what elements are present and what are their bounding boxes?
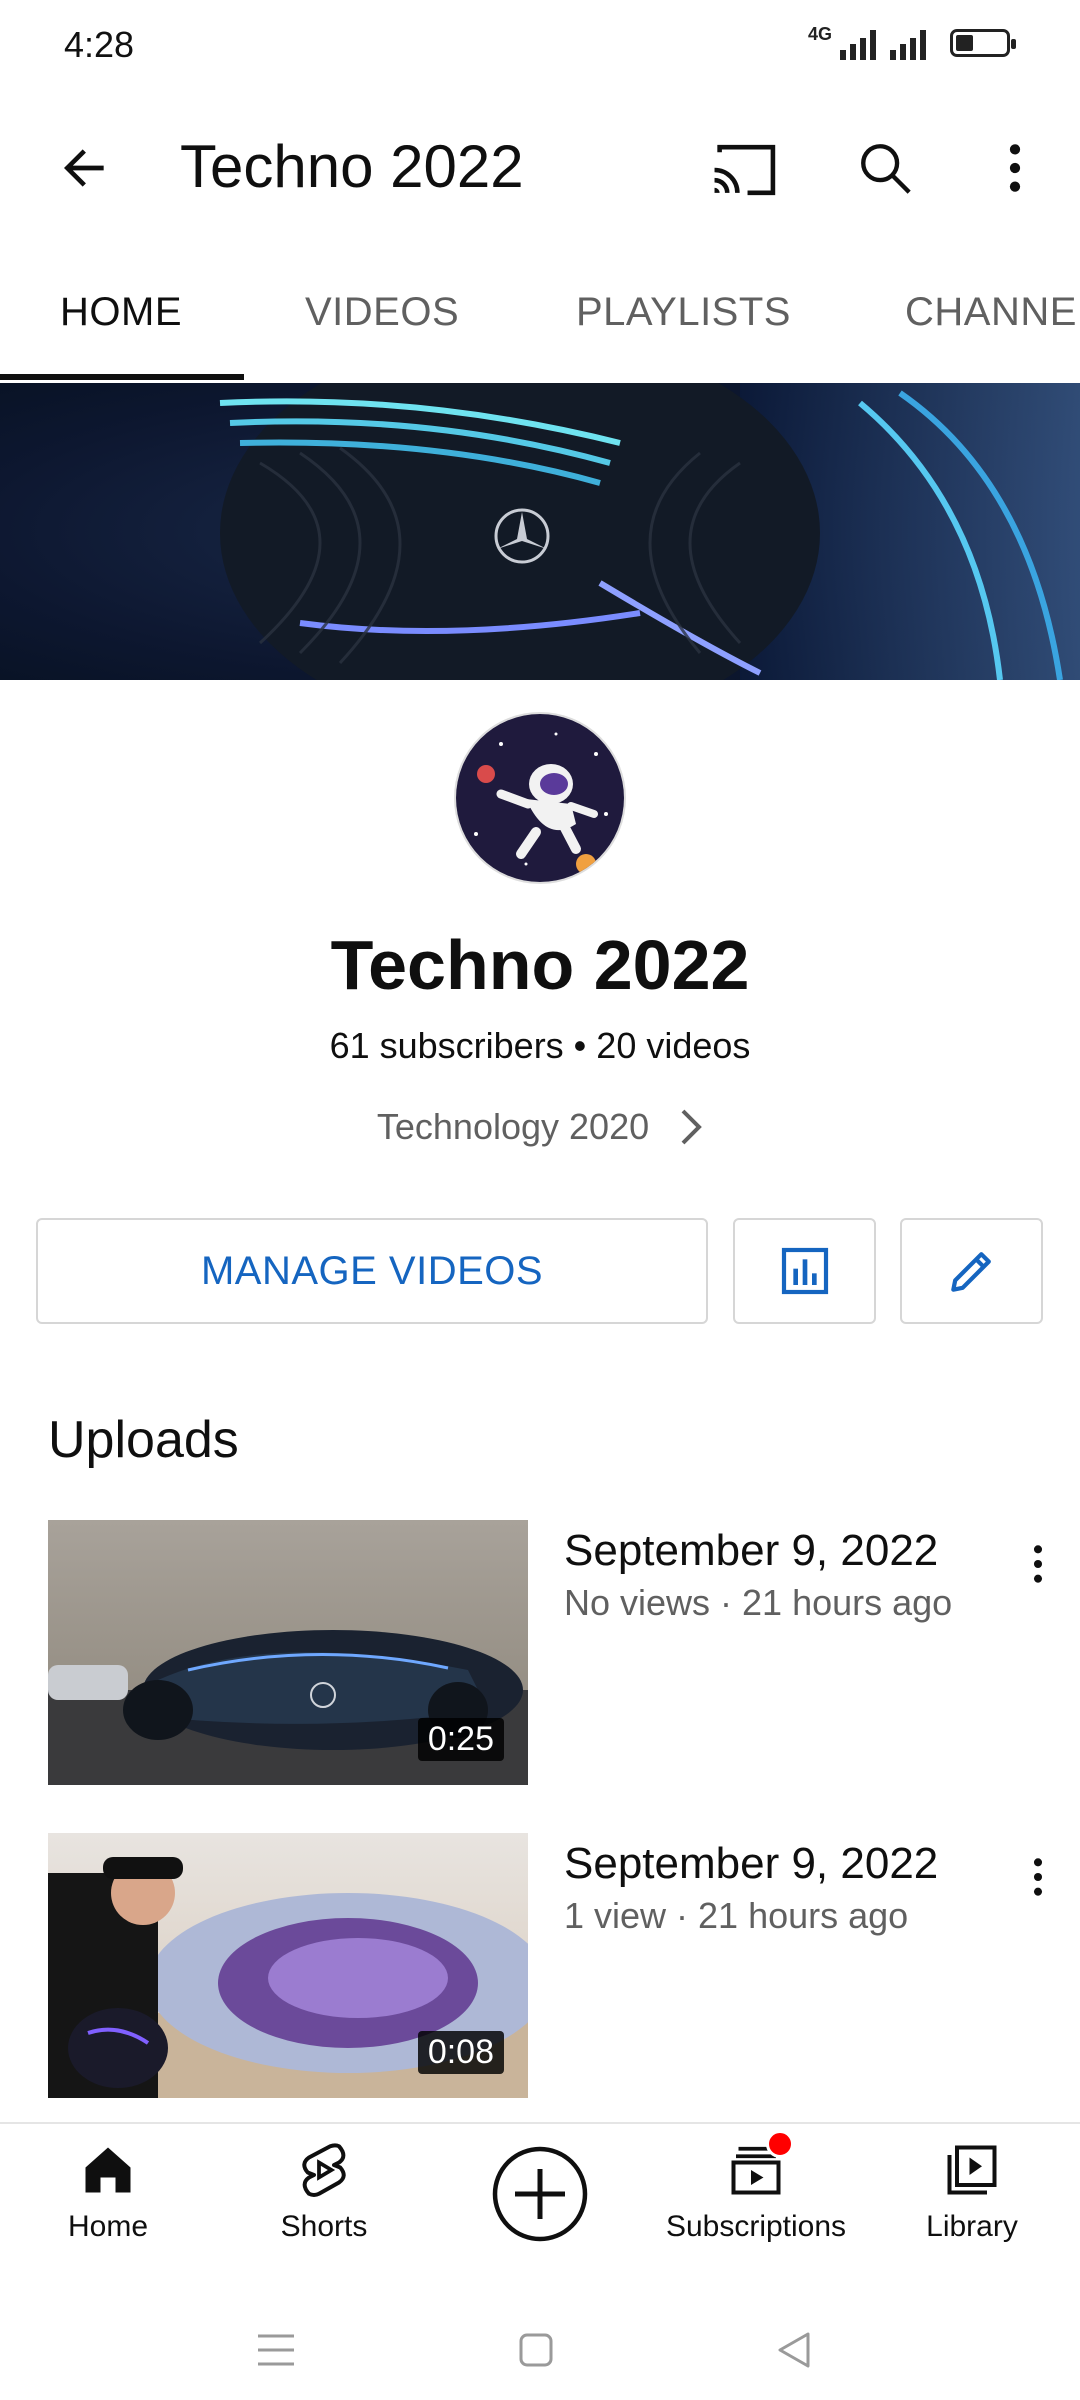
channel-link-label: Technology 2020 [376,1106,650,1147]
nav-subscriptions-label: Subscriptions [665,2210,847,2243]
system-navigation-bar [0,2282,1080,2400]
video-title[interactable]: September 9, 2022 [564,1839,938,1889]
status-icons: 4G [807,23,1016,60]
video-more-button[interactable] [1010,1524,1066,1604]
tab-channels[interactable]: CHANNE [905,290,1077,335]
channel-avatar[interactable] [454,712,626,884]
shorts-icon [302,2143,346,2197]
video-title[interactable]: September 9, 2022 [564,1526,938,1576]
arrow-back-icon [64,149,104,187]
video-list-item[interactable]: 0:25 September 9, 2022 No views · 21 hou… [0,1520,1080,1785]
video-list-item[interactable]: 0:08 September 9, 2022 1 view · 21 hours… [0,1833,1080,2098]
uploads-section-title: Uploads [48,1411,239,1469]
cellular-signal-icon [840,26,876,60]
video-duration: 0:08 [417,2031,504,2074]
video-duration: 0:25 [417,1718,504,1761]
analytics-button[interactable] [733,1218,876,1324]
back-triangle-icon[interactable] [776,2330,812,2370]
pencil-icon [950,1252,991,1292]
nav-subscriptions[interactable]: Subscriptions [648,2130,864,2280]
nav-home[interactable]: Home [0,2140,216,2280]
nav-library[interactable]: Library [864,2140,1080,2280]
video-meta: 1 view · 21 hours ago [564,1895,909,1936]
search-icon [861,144,911,194]
channel-stats: 61 subscribers • 20 videos [329,1025,751,1066]
more-vert-icon [1033,1858,1043,1896]
notification-badge [766,2130,794,2158]
cast-button[interactable] [700,130,790,210]
video-thumbnail[interactable]: 0:25 [48,1520,528,1785]
analytics-icon [781,1247,828,1295]
app-bar-title: Techno 2022 [180,133,524,200]
cellular-signal-2-icon [890,26,926,60]
home-square-icon[interactable] [518,2332,554,2368]
nav-create[interactable] [432,2140,648,2280]
channel-banner [0,383,1080,680]
chevron-right-icon [681,1109,702,1145]
network-type-label: 4G [807,23,832,44]
search-button[interactable] [840,128,930,208]
home-icon [85,2147,131,2193]
channel-name: Techno 2022 [330,926,750,1004]
battery-icon [950,29,1016,57]
nav-shorts[interactable]: Shorts [216,2140,432,2280]
bottom-navigation: Home Shorts Subscriptions Library [0,2122,1080,2284]
more-vert-icon [1009,144,1021,192]
library-icon [947,2145,997,2195]
edit-channel-button[interactable] [900,1218,1043,1324]
tab-videos[interactable]: VIDEOS [305,290,459,335]
video-thumbnail[interactable]: 0:08 [48,1833,528,2098]
nav-shorts-label: Shorts [280,2210,368,2243]
channel-link[interactable]: Technology 2020 [0,1106,1080,1148]
more-options-button[interactable] [970,128,1060,208]
nav-library-label: Library [926,2210,1018,2243]
back-button[interactable] [40,128,130,208]
video-more-button[interactable] [1010,1837,1066,1917]
menu-icon[interactable] [256,2332,296,2368]
nav-home-label: Home [67,2210,149,2243]
more-vert-icon [1033,1545,1043,1583]
video-meta: No views · 21 hours ago [564,1582,953,1623]
tab-indicator [0,374,244,380]
tab-home[interactable]: HOME [60,290,182,335]
cast-icon [714,144,776,196]
channel-tabs: HOME VIDEOS PLAYLISTS CHANNE [0,250,1080,380]
create-icon [492,2146,588,2242]
tab-playlists[interactable]: PLAYLISTS [576,290,791,335]
status-time: 4:28 [64,24,135,65]
manage-videos-button[interactable]: MANAGE VIDEOS [36,1218,708,1324]
